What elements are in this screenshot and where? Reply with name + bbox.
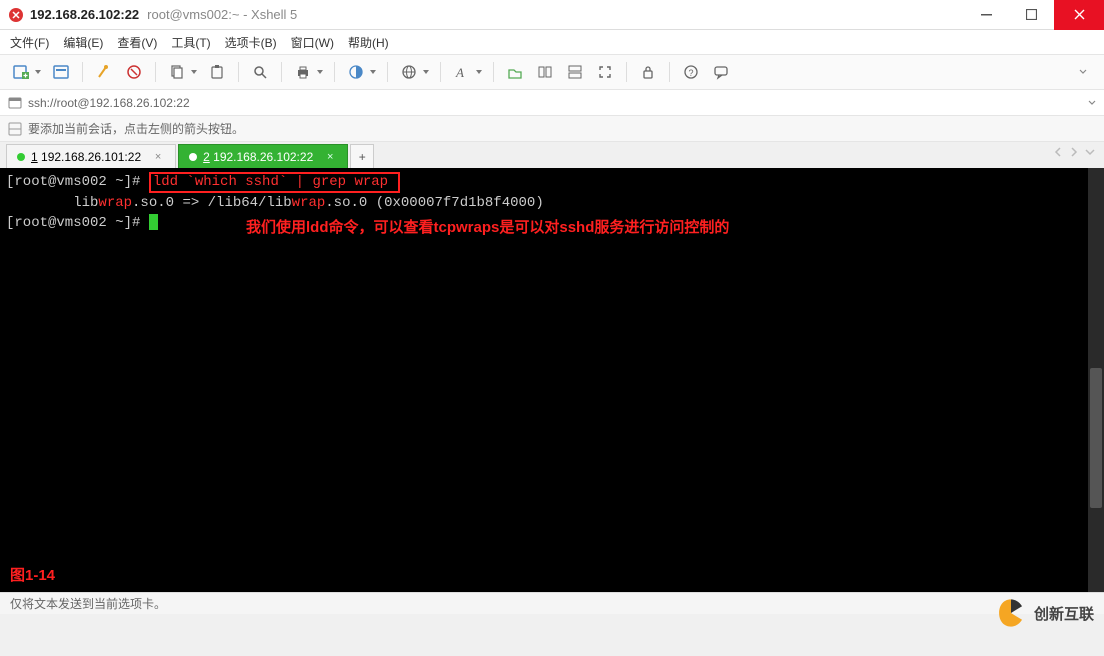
menu-window[interactable]: 窗口(W) [291,34,334,51]
tab-add-button[interactable]: + [350,144,374,168]
window-title-sub: root@vms002:~ - Xshell 5 [147,7,297,22]
title-bar: 192.168.26.102:22 root@vms002:~ - Xshell… [0,0,1104,30]
address-text[interactable]: ssh://root@192.168.26.102:22 [28,96,1082,110]
tile-vert-button[interactable] [562,59,588,85]
xftp-button[interactable] [502,59,528,85]
terminal-cursor [149,214,158,230]
terminal-prompt: [root@vms002 ~]# [6,174,149,190]
menu-view[interactable]: 查看(V) [117,34,157,51]
tab-nav-prev-icon[interactable] [1052,146,1064,158]
tab-nav-arrows [1052,146,1096,158]
watermark: 创新互联 [994,596,1094,630]
tab-bar: 1 192.168.26.101:22 × 2 192.168.26.102:2… [0,142,1104,168]
status-dot-icon [189,153,197,161]
terminal[interactable]: [root@vms002 ~]# ldd `which sshd` | grep… [0,168,1104,592]
toolbar-overflow-button[interactable] [1070,59,1096,85]
font-button[interactable]: A [449,59,475,85]
status-text: 仅将文本发送到当前选项卡。 [10,595,166,612]
tab-close-icon[interactable]: × [323,150,337,164]
tab-session-2[interactable]: 2 192.168.26.102:22 × [178,144,348,168]
address-icon [8,96,22,110]
figure-label: 图1-14 [10,566,55,586]
new-session-button[interactable] [8,59,34,85]
minimize-button[interactable] [964,0,1009,30]
close-button[interactable] [1054,0,1104,30]
tab-label: 2 192.168.26.102:22 [203,150,313,164]
tab-label: 1 192.168.26.101:22 [31,150,141,164]
menu-tabs[interactable]: 选项卡(B) [225,34,277,51]
watermark-icon [994,596,1028,630]
status-dot-icon [17,153,25,161]
terminal-command-highlighted: ldd `which sshd` | grep wrap [149,172,401,193]
feedback-button[interactable] [708,59,734,85]
open-session-button[interactable] [48,59,74,85]
annotation-text: 我们使用ldd命令，可以查看tcpwraps是可以对sshd服务进行访问控制的 [246,218,729,238]
reconnect-button[interactable] [91,59,117,85]
paste-button[interactable] [204,59,230,85]
disconnect-button[interactable] [121,59,147,85]
tab-close-icon[interactable]: × [151,150,165,164]
info-bar: 要添加当前会话，点击左侧的箭头按钮。 [0,116,1104,142]
menu-file[interactable]: 文件(F) [10,34,49,51]
app-icon [8,7,24,23]
terminal-scrollbar[interactable] [1088,168,1104,592]
svg-text:A: A [455,65,464,80]
info-add-icon[interactable] [8,122,22,136]
status-bar: 仅将文本发送到当前选项卡。 [0,592,1104,614]
tab-session-1[interactable]: 1 192.168.26.101:22 × [6,144,176,168]
svg-text:?: ? [689,68,694,78]
lock-button[interactable] [635,59,661,85]
copy-button[interactable] [164,59,190,85]
menu-help[interactable]: 帮助(H) [348,34,389,51]
watermark-text: 创新互联 [1034,603,1094,624]
fullscreen-button[interactable] [592,59,618,85]
print-button[interactable] [290,59,316,85]
toolbar: A ? [0,54,1104,90]
tile-horiz-button[interactable] [532,59,558,85]
find-button[interactable] [247,59,273,85]
help-button[interactable]: ? [678,59,704,85]
tab-nav-menu-icon[interactable] [1084,146,1096,158]
address-dropdown-icon[interactable] [1088,99,1096,107]
menu-bar: 文件(F) 编辑(E) 查看(V) 工具(T) 选项卡(B) 窗口(W) 帮助(… [0,30,1104,54]
tab-nav-next-icon[interactable] [1068,146,1080,158]
maximize-button[interactable] [1009,0,1054,30]
address-bar: ssh://root@192.168.26.102:22 [0,90,1104,116]
terminal-output-line: libwrap.so.0 => /lib64/libwrap.so.0 (0x0… [6,195,544,211]
scrollbar-thumb[interactable] [1090,368,1102,508]
color-scheme-button[interactable] [343,59,369,85]
menu-tools[interactable]: 工具(T) [171,34,210,51]
encoding-button[interactable] [396,59,422,85]
menu-edit[interactable]: 编辑(E) [63,34,103,51]
window-title-main: 192.168.26.102:22 [30,7,139,22]
terminal-prompt: [root@vms002 ~]# [6,215,149,231]
info-text: 要添加当前会话，点击左侧的箭头按钮。 [28,120,244,137]
